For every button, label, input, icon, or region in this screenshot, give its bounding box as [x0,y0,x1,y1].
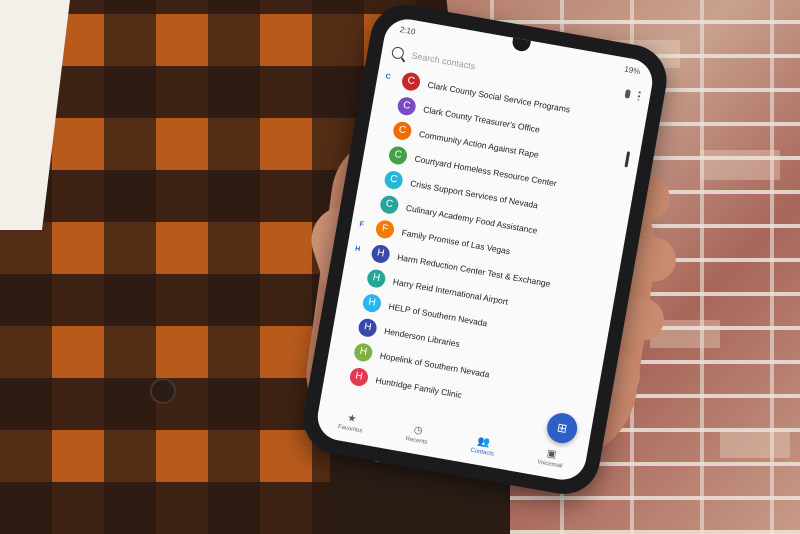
section-letter [338,347,347,349]
contact-avatar[interactable]: H [370,243,392,264]
section-letter [381,101,390,103]
section-letter: F [358,220,365,229]
contact-avatar[interactable]: H [365,267,387,289]
recents-icon: ◷ [413,423,424,437]
section-letter [333,372,342,374]
section-letter [377,126,386,128]
voicemail-icon: ▣ [546,447,558,460]
search-icon[interactable] [390,45,405,60]
nav-label: Favorites [337,423,363,434]
contact-avatar[interactable]: C [392,119,413,141]
status-time: 2:10 [399,24,417,37]
microphone-icon[interactable] [624,88,632,99]
contact-avatar[interactable]: C [387,144,409,166]
nav-item-contacts[interactable]: 👥 Contacts [470,434,497,457]
section-letter: C [384,73,392,81]
nav-label: Voicemail [536,458,564,470]
contact-avatar[interactable]: H [361,292,383,314]
section-letter [368,175,377,177]
contact-avatar[interactable]: C [378,193,400,215]
nav-item-recents[interactable]: ◷ Recents [405,423,430,446]
dialpad-icon: ⊞ [555,420,569,436]
nav-item-voicemail[interactable]: ▣ Voicemail [537,446,566,469]
contact-avatar[interactable]: C [383,169,405,191]
nav-label: Recents [405,435,428,446]
photo-scene: 2:10 19% Search contacts C C Clark County … [0,0,800,534]
search-placeholder[interactable]: Search contacts [411,50,476,71]
section-letter [372,150,381,152]
contact-avatar[interactable]: H [352,341,374,363]
contact-avatar[interactable]: C [396,95,418,117]
phone-screen: 2:10 19% Search contacts C C Clark County … [313,15,657,484]
contact-avatar[interactable]: F [374,218,396,240]
status-battery: 19% [623,64,642,76]
nav-label: Contacts [470,447,495,458]
section-letter [342,323,351,325]
section-letter [351,274,360,276]
section-letter: H [354,245,361,254]
more-options-icon[interactable] [637,90,641,101]
contact-avatar[interactable]: H [357,316,379,338]
contact-list: C C Clark County Social Service Programs C C… [323,63,647,430]
section-letter [346,298,355,300]
nav-item-favorites[interactable]: ★ Favorites [337,411,365,434]
brick [700,150,780,180]
favorites-icon: ★ [346,412,358,425]
brick [720,430,790,458]
contacts-icon: 👥 [476,435,492,449]
section-letter [364,200,373,202]
contact-avatar[interactable]: H [348,366,370,387]
shirt-button [150,378,176,404]
contact-avatar[interactable]: C [400,70,422,92]
